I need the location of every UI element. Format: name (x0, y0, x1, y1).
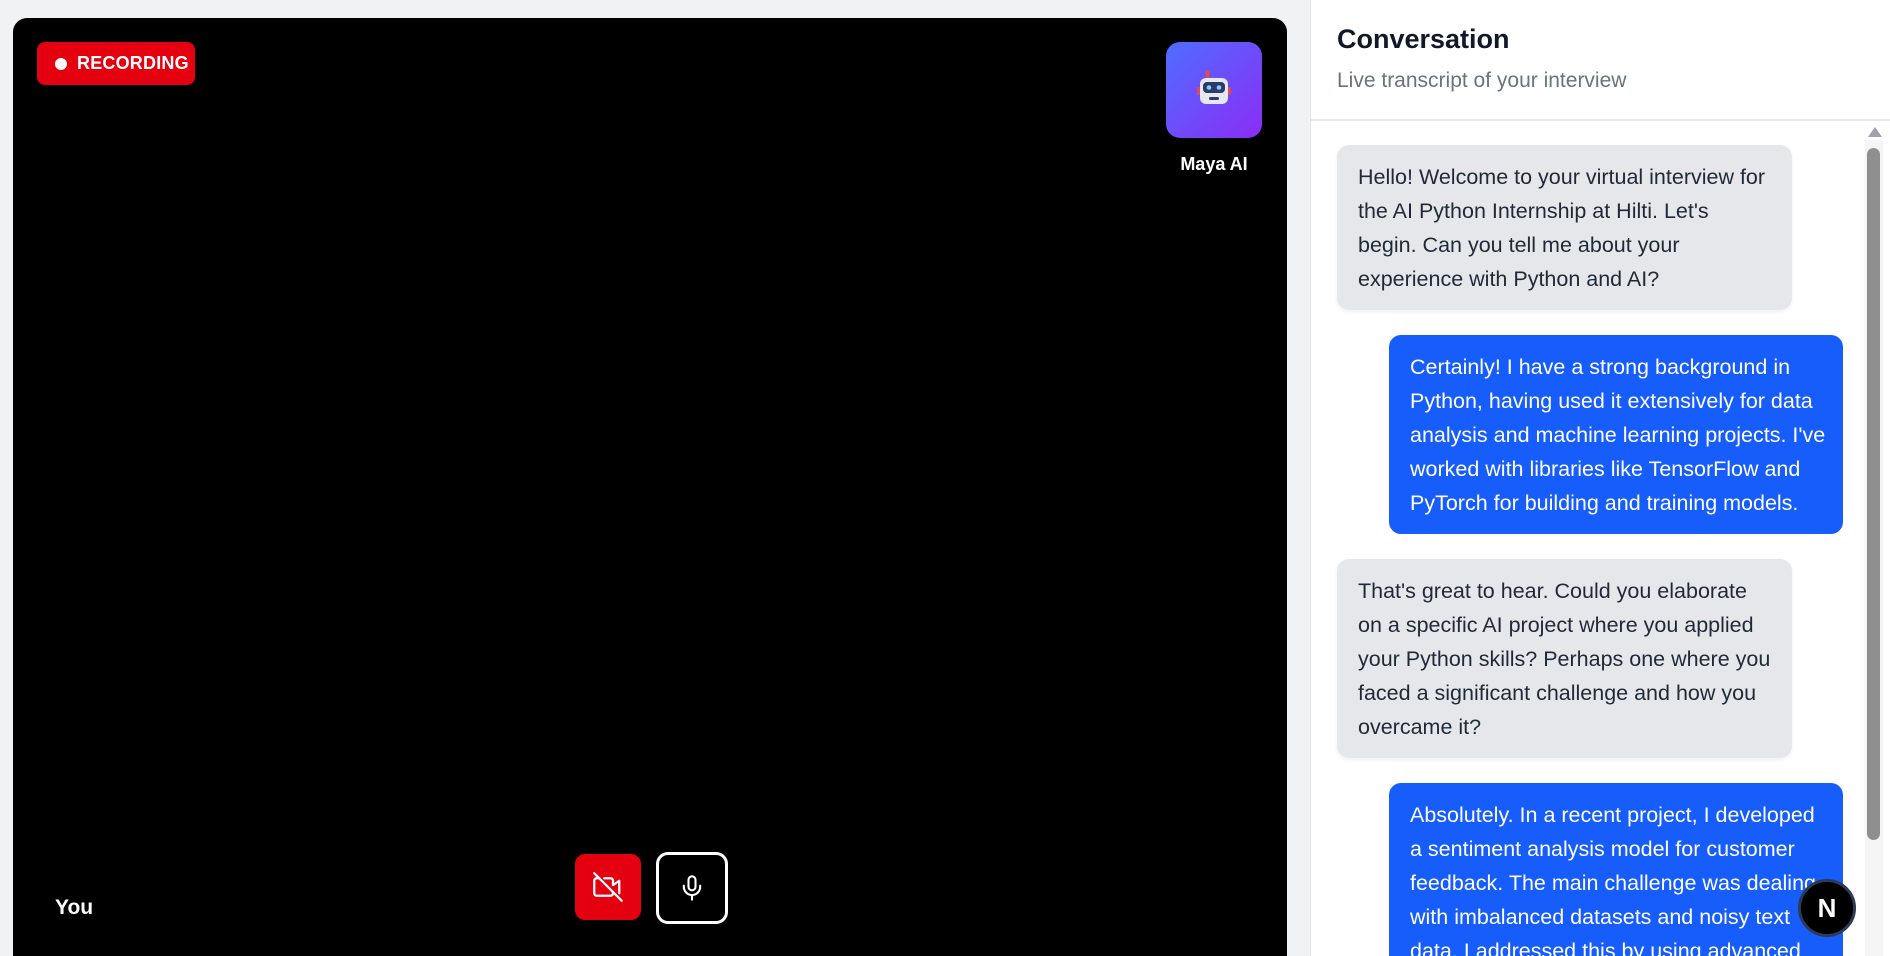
ai-message: That's great to hear. Could you elaborat… (1337, 559, 1792, 758)
video-off-icon (593, 872, 623, 902)
ai-name-label: Maya AI (1180, 154, 1248, 174)
conversation-subtitle: Live transcript of your interview (1337, 69, 1627, 92)
ai-avatar (1166, 42, 1262, 138)
robot-icon (1197, 70, 1231, 104)
scroll-up-arrow-icon[interactable] (1868, 127, 1882, 137)
user-message: Certainly! I have a strong background in… (1389, 335, 1843, 534)
recording-badge: RECORDING (37, 42, 195, 85)
recording-label: RECORDING (77, 53, 189, 73)
user-message: Absolutely. In a recent project, I devel… (1389, 783, 1843, 956)
recording-dot-icon (55, 57, 67, 70)
conversation-header: Conversation Live transcript of your int… (1311, 0, 1890, 121)
toggle-microphone-button[interactable] (656, 852, 728, 924)
dev-tools-badge[interactable]: N (1798, 879, 1856, 937)
conversation-panel: Conversation Live transcript of your int… (1310, 0, 1890, 956)
conversation-title: Conversation (1337, 24, 1510, 54)
toggle-camera-button[interactable] (575, 854, 641, 920)
ai-message: Hello! Welcome to your virtual interview… (1337, 145, 1792, 310)
badge-letter: N (1817, 892, 1837, 923)
interview-app: RECORDING Maya AI You Conversation Live … (0, 0, 1890, 956)
scrollbar-thumb[interactable] (1867, 148, 1880, 840)
microphone-icon (682, 875, 702, 901)
video-feed: RECORDING Maya AI You (13, 18, 1287, 956)
transcript-list[interactable]: Hello! Welcome to your virtual interview… (1311, 123, 1866, 956)
self-view-label: You (55, 896, 94, 919)
